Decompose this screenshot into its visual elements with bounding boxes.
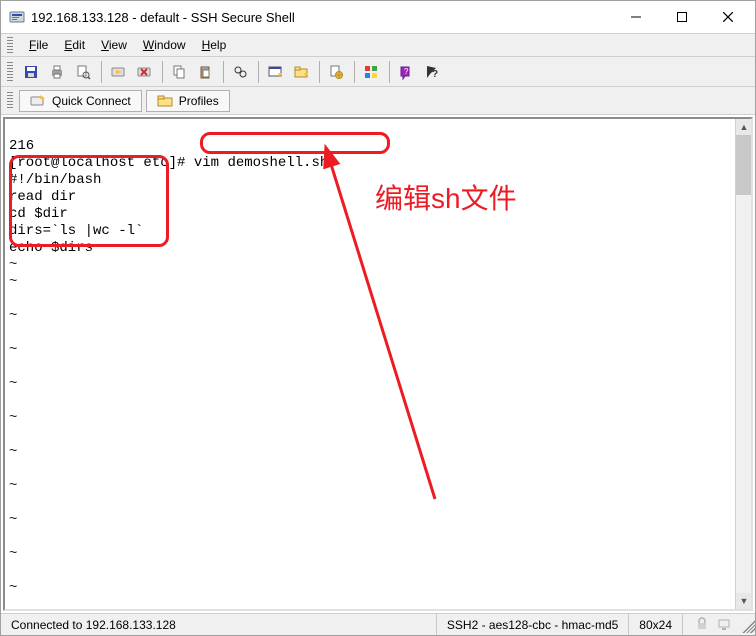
titlebar: 192.168.133.128 - default - SSH Secure S… — [1, 1, 755, 33]
vim-tilde: ~ — [9, 376, 17, 392]
vim-tilde: ~ — [9, 546, 17, 562]
window-controls — [613, 2, 751, 32]
terminal-scrollbar[interactable]: ▲ ▼ — [735, 119, 751, 609]
context-help-button[interactable]: ? — [420, 60, 444, 84]
app-icon — [9, 9, 25, 25]
vim-tilde: ~ — [9, 257, 17, 273]
maximize-button[interactable] — [659, 2, 705, 32]
menu-help[interactable]: Help — [194, 36, 235, 54]
status-icons — [683, 617, 739, 633]
vim-tilde: ~ — [9, 444, 17, 460]
profiles-label: Profiles — [179, 94, 219, 108]
print-preview-button[interactable] — [71, 60, 95, 84]
folder-icon — [157, 93, 173, 109]
status-icon-display — [717, 617, 733, 633]
window-title: 192.168.133.128 - default - SSH Secure S… — [31, 10, 613, 25]
print-button[interactable] — [45, 60, 69, 84]
terminal[interactable]: 216 [root@localhost etc]# vim demoshell.… — [5, 119, 735, 609]
save-button[interactable] — [19, 60, 43, 84]
vim-tilde: ~ — [9, 342, 17, 358]
app-window: 192.168.133.128 - default - SSH Secure S… — [0, 0, 756, 636]
terminal-line: read dir — [9, 189, 76, 205]
resize-grip[interactable] — [739, 617, 755, 633]
profiles-button[interactable]: Profiles — [146, 90, 230, 112]
menu-edit[interactable]: Edit — [56, 36, 93, 54]
settings-button[interactable] — [324, 60, 348, 84]
menu-view[interactable]: View — [93, 36, 135, 54]
copy-button[interactable] — [167, 60, 191, 84]
vim-tilde: ~ — [9, 274, 17, 290]
quick-connect-icon — [30, 93, 46, 109]
find-button[interactable] — [228, 60, 252, 84]
statusbar: Connected to 192.168.133.128 SSH2 - aes1… — [1, 613, 755, 635]
menu-window[interactable]: Window — [135, 36, 194, 54]
svg-text:?: ? — [404, 67, 409, 76]
menubar-grip[interactable] — [7, 37, 13, 53]
terminal-command: vim demoshell.sh — [185, 155, 328, 171]
scroll-thumb[interactable] — [736, 135, 752, 195]
toolbar: ? ? — [1, 57, 755, 87]
terminal-line: 216 — [9, 138, 34, 154]
terminal-line: echo $dirs — [9, 240, 93, 256]
vim-tilde: ~ — [9, 308, 17, 324]
status-cipher: SSH2 - aes128-cbc - hmac-md5 — [437, 614, 629, 635]
terminal-prompt: [root@localhost etc]# — [9, 155, 185, 171]
vim-tilde: ~ — [9, 580, 17, 596]
menubar: File Edit View Window Help — [1, 33, 755, 57]
minimize-button[interactable] — [613, 2, 659, 32]
status-connection: Connected to 192.168.133.128 — [1, 614, 437, 635]
status-icon-lock — [695, 617, 711, 633]
disconnect-button[interactable] — [132, 60, 156, 84]
svg-text:?: ? — [432, 69, 438, 80]
new-terminal-button[interactable] — [263, 60, 287, 84]
scroll-down-button[interactable]: ▼ — [736, 593, 752, 609]
scroll-up-button[interactable]: ▲ — [736, 119, 752, 135]
vim-tilde: ~ — [9, 478, 17, 494]
vim-tilde: ~ — [9, 512, 17, 528]
paste-button[interactable] — [193, 60, 217, 84]
quick-connect-button[interactable]: Quick Connect — [19, 90, 142, 112]
close-button[interactable] — [705, 2, 751, 32]
quick-connect-label: Quick Connect — [52, 94, 131, 108]
terminal-line: #!/bin/bash — [9, 172, 101, 188]
toolbar-grip[interactable] — [7, 62, 13, 82]
status-termsize: 80x24 — [629, 614, 683, 635]
vim-tilde: ~ — [9, 410, 17, 426]
quickbar: Quick Connect Profiles — [1, 87, 755, 115]
terminal-line: cd $dir — [9, 206, 68, 222]
new-file-transfer-button[interactable] — [289, 60, 313, 84]
quickbar-grip[interactable] — [7, 92, 13, 110]
terminal-line: dirs=`ls |wc -l` — [9, 223, 143, 239]
color-button[interactable] — [359, 60, 383, 84]
terminal-container: 216 [root@localhost etc]# vim demoshell.… — [3, 117, 753, 611]
connect-button[interactable] — [106, 60, 130, 84]
menu-file[interactable]: File — [21, 36, 56, 54]
help-topics-button[interactable]: ? — [394, 60, 418, 84]
